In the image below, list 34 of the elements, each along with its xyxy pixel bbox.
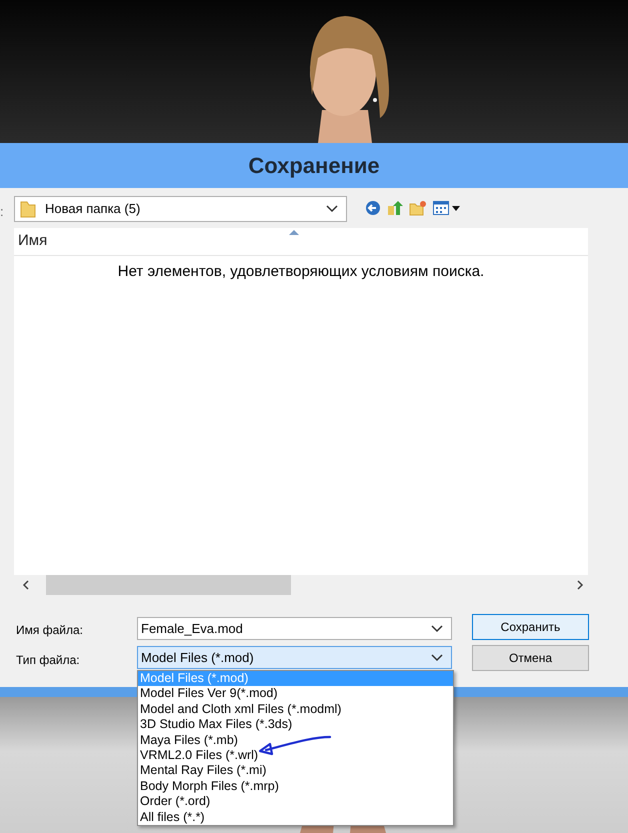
file-type-option[interactable]: All files (*.*) [138, 810, 453, 825]
save-button[interactable]: Сохранить [472, 614, 589, 640]
file-type-option[interactable]: VRML2.0 Files (*.wrl) [138, 748, 453, 764]
chevron-down-icon [326, 205, 338, 213]
file-name-label: Имя файла: [16, 622, 83, 639]
file-type-option[interactable]: Model and Cloth xml Files (*.modml) [138, 702, 453, 718]
new-folder-icon[interactable] [409, 200, 427, 216]
file-type-value: Model Files (*.mod) [141, 648, 255, 667]
folder-name: Новая папка (5) [45, 200, 142, 218]
scroll-right-icon[interactable] [576, 580, 584, 590]
scroll-left-icon[interactable] [22, 580, 30, 590]
folder-icon [19, 199, 37, 219]
view-menu-icon[interactable] [433, 201, 461, 215]
empty-message: Нет элементов, удовлетворяющих условиям поиска. [118, 263, 484, 280]
column-header[interactable]: Имя [18, 230, 48, 252]
look-in-label: : [0, 203, 4, 221]
file-type-option[interactable]: Maya Files (*.mb) [138, 732, 453, 748]
file-type-label: Тип файла: [16, 652, 80, 669]
file-name-field[interactable]: Female_Eva.mod [137, 617, 452, 640]
file-type-option[interactable]: 3D Studio Max Files (*.3ds) [138, 717, 453, 733]
file-type-option[interactable]: Model Files Ver 9(*.mod) [138, 686, 453, 702]
file-type-option[interactable]: Mental Ray Files (*.mi) [138, 763, 453, 779]
chevron-down-icon [431, 624, 443, 632]
file-type-dropdown[interactable]: Model Files (*.mod) [137, 646, 452, 669]
file-type-option[interactable]: Order (*.ord) [138, 794, 453, 810]
scrollbar-thumb[interactable] [46, 575, 291, 595]
chevron-down-icon [431, 654, 443, 662]
file-type-option[interactable]: Body Morph Files (*.mrp) [138, 778, 453, 794]
window-title: Сохранение [248, 152, 380, 180]
back-icon[interactable] [365, 200, 381, 216]
file-name-value: Female_Eva.mod [141, 620, 244, 638]
up-folder-icon[interactable] [387, 200, 403, 216]
cancel-button[interactable]: Отмена [472, 645, 589, 671]
folder-dropdown[interactable]: Новая папка (5) [14, 196, 347, 222]
